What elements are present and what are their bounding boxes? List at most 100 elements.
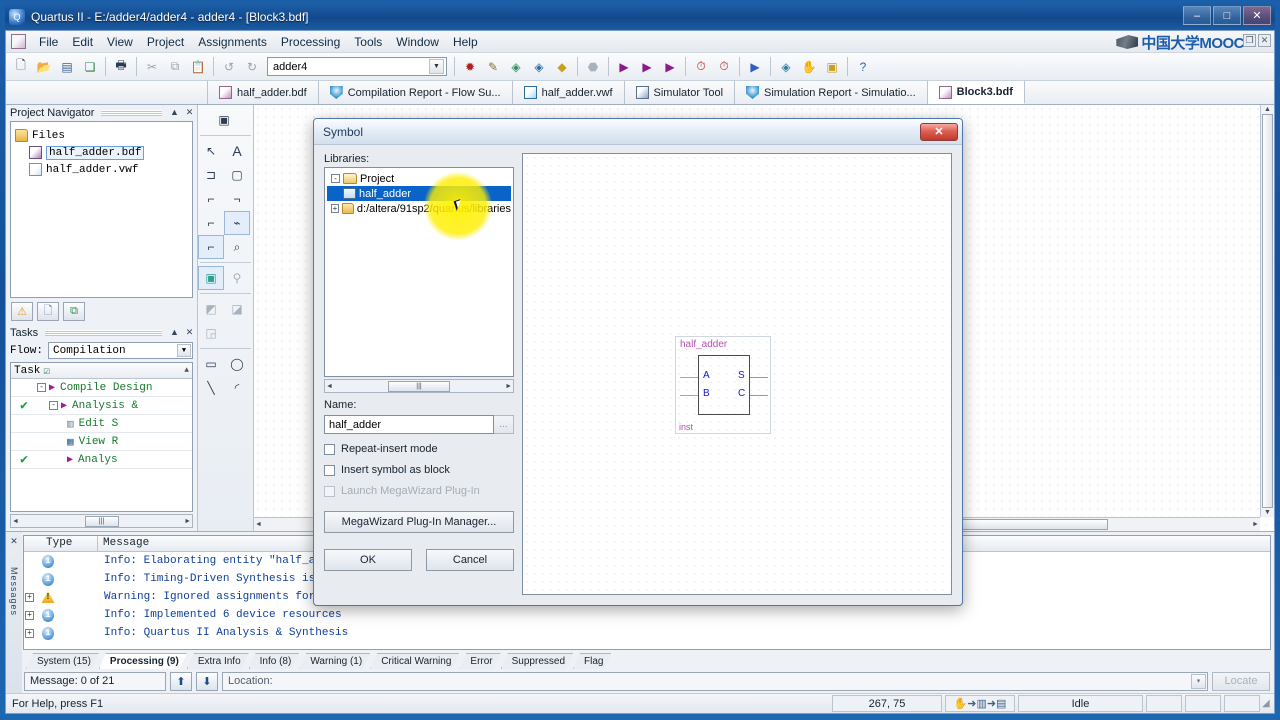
rubberbanding-icon[interactable]: ⌁ [224,211,250,235]
new-file-icon[interactable]: 🗋 [10,56,32,78]
resize-grip-icon[interactable]: ◢ [1262,698,1274,709]
tab-suppressed[interactable]: Suppressed [501,653,573,669]
tab-warning[interactable]: Warning (1) [299,653,370,669]
menu-window[interactable]: Window [389,32,446,52]
maximize-button[interactable]: □ [1213,6,1241,25]
repeat-insert-mode-row[interactable]: Repeat-insert mode [324,443,514,455]
arc-tool-icon[interactable]: ◜ [224,376,250,400]
expander-icon[interactable]: + [24,627,38,639]
task-header-check-icon[interactable]: ☑ [43,364,50,378]
close-button[interactable]: ✕ [1243,6,1271,25]
scroll-left-icon[interactable]: ◄ [255,521,262,528]
flow-select[interactable]: Compilation ▼ [48,342,193,359]
scroll-right-icon[interactable]: ► [505,383,512,390]
open-file-icon[interactable]: 📂 [33,56,55,78]
tab-extra-info[interactable]: Extra Info [187,653,249,669]
menu-view[interactable]: View [100,32,140,52]
mdi-restore-button[interactable]: ❐ [1243,34,1256,47]
tab-system[interactable]: System (15) [26,653,99,669]
paste-icon[interactable]: 📋 [187,56,209,78]
menu-assignments[interactable]: Assignments [191,32,274,52]
message-row[interactable]: + i Info: Quartus II Analysis & Synthesi… [24,624,1270,642]
tab-half-adder-bdf[interactable]: half_adder.bdf [208,81,319,104]
tree-node-half-adder-bdf[interactable]: half_adder.bdf [15,144,188,161]
megawizard-plugin-manager-button[interactable]: MegaWizard Plug-In Manager... [324,511,514,533]
cut-icon[interactable]: ✂ [141,56,163,78]
close-icon[interactable]: ✕ [184,327,195,339]
browse-button[interactable]: ... [494,415,514,434]
menu-project[interactable]: Project [140,32,191,52]
chip-planner-icon[interactable]: ▣ [821,56,843,78]
cancel-button[interactable]: Cancel [426,549,514,571]
scroll-thumb[interactable]: ||| [84,515,119,527]
task-row[interactable]: ✔ - ▶ Analysis & [11,397,192,415]
scroll-up-icon[interactable]: ▲ [1264,106,1271,113]
task-row[interactable]: ▦ View R [11,433,192,451]
expander-icon[interactable]: - [331,174,340,183]
orthogonal-bus-tool-icon[interactable]: ¬ [224,187,250,211]
start-compilation-play-icon[interactable]: ▶ [613,56,635,78]
minimize-button[interactable]: – [1183,6,1211,25]
tasks-horizontal-scrollbar[interactable]: ◄ ||| ► [10,514,193,528]
copy-icon[interactable]: ⧉ [164,56,186,78]
orthogonal-node-tool-icon[interactable]: ⌐ [198,187,224,211]
location-field[interactable]: Location: ▾ [222,671,1208,691]
simulator-run-icon[interactable]: ▶ [744,56,766,78]
messages-close-icon[interactable]: ✕ [10,536,18,547]
expander-icon[interactable]: - [37,383,46,392]
functional-simulation-icon[interactable]: ⏱ [690,56,712,78]
scroll-thumb[interactable] [1262,114,1273,508]
help-icon[interactable]: ? [852,56,874,78]
edit-settings-icon[interactable]: ▥ [67,417,74,431]
project-revision-combo[interactable]: adder4 ▼ [267,57,447,76]
assembler-icon[interactable]: ◈ [528,56,550,78]
tab-simulator-tool[interactable]: Simulator Tool [625,81,736,104]
menu-edit[interactable]: Edit [65,32,100,52]
tab-error[interactable]: Error [459,653,500,669]
scroll-right-icon[interactable]: ► [1252,521,1259,528]
libraries-horizontal-scrollbar[interactable]: ◄ ||| ► [324,379,514,393]
pin-planner-icon[interactable]: ✋ [798,56,820,78]
timing-simulation-icon[interactable]: ⏱ [713,56,735,78]
fit-in-window-icon[interactable]: ▣ [198,266,224,290]
library-node-half-adder[interactable]: half_adder [327,186,511,201]
view-report-icon[interactable]: ▦ [67,435,74,449]
menu-help[interactable]: Help [446,32,485,52]
expander-icon[interactable]: - [49,401,58,410]
symbol-preview[interactable]: half_adder A B S C inst [522,153,952,595]
selection-tool-icon[interactable]: ↖ [198,139,224,163]
programmer-icon[interactable]: ◈ [775,56,797,78]
tab-flag[interactable]: Flag [573,653,611,669]
task-row[interactable]: ▥ Edit S [11,415,192,433]
library-node-project[interactable]: - Project [327,171,511,186]
print-icon[interactable]: 🖶 [110,56,132,78]
zoom-tool-icon[interactable]: ⌕ [224,235,250,259]
tree-node-half-adder-vwf[interactable]: half_adder.vwf [15,161,188,178]
orthogonal-conduit-tool-icon[interactable]: ⌐ [198,211,224,235]
tab-critical-warning[interactable]: Critical Warning [370,653,459,669]
mdi-close-button[interactable]: ✕ [1258,34,1271,47]
tree-node-files[interactable]: Files [15,127,188,144]
task-list[interactable]: Task ☑ ▲ - ▶ Compile Design ✔ - ▶ Analys… [10,362,193,512]
scroll-down-icon[interactable]: ▼ [1264,509,1271,516]
scroll-left-icon[interactable]: ◄ [12,518,19,525]
project-files-tree[interactable]: Files half_adder.bdf half_adder.vwf [10,121,193,298]
menu-file[interactable]: File [32,32,65,52]
menu-processing[interactable]: Processing [274,32,347,52]
text-tool-icon[interactable]: A [224,139,250,163]
scroll-left-icon[interactable]: ◄ [326,383,333,390]
tab-simulation-report[interactable]: Simulation Report - Simulatio... [735,81,928,104]
previous-message-icon[interactable]: ⬆ [170,671,192,691]
task-row[interactable]: - ▶ Compile Design [11,379,192,397]
files-tab-icon[interactable]: 🗋 [37,302,59,321]
compile-check-icon[interactable]: ▶ [636,56,658,78]
scroll-right-icon[interactable]: ► [184,518,191,525]
dialog-close-button[interactable]: ✕ [920,122,958,141]
tab-info[interactable]: Info (8) [249,653,300,669]
rectangle-tool-icon[interactable]: ▭ [198,352,224,376]
chevron-down-icon[interactable]: ▼ [429,59,444,74]
insert-symbol-as-block-row[interactable]: Insert symbol as block [324,464,514,476]
block-tool-icon[interactable]: ▢ [224,163,250,187]
library-node-altera-libraries[interactable]: + d:/altera/91sp2/quartus/libraries [327,201,511,216]
timing-analyzer-icon[interactable]: ◆ [551,56,573,78]
